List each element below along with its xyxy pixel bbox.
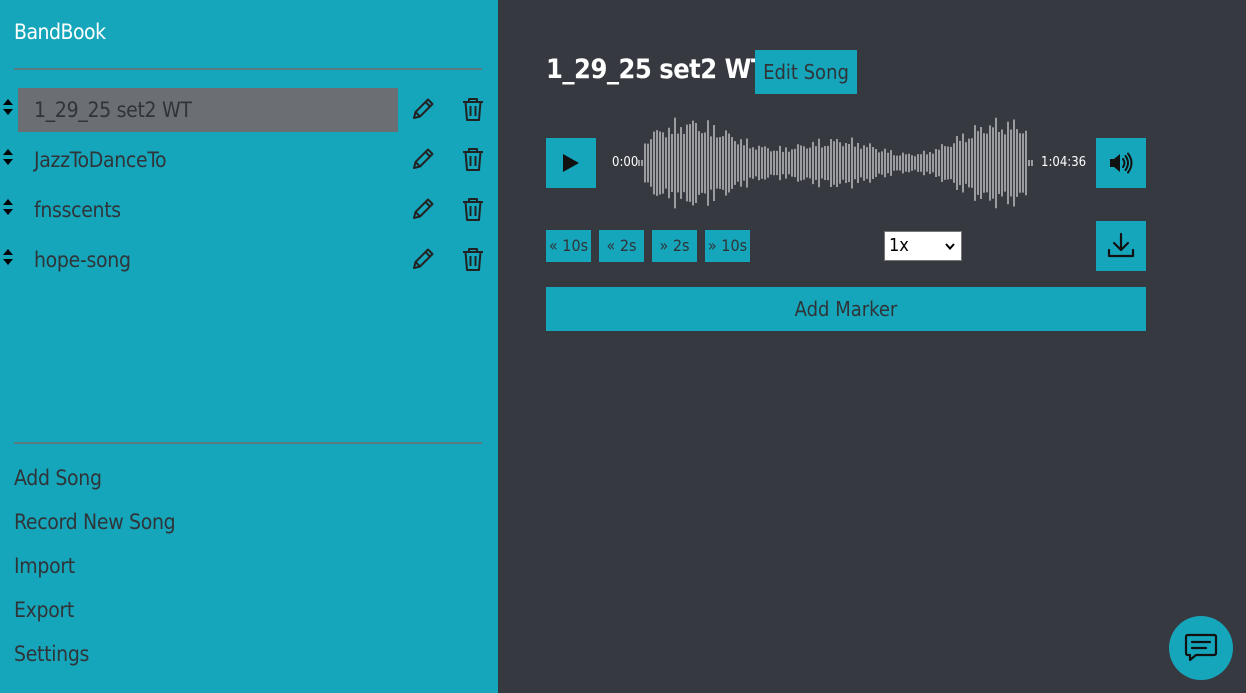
song-name[interactable]: fnsscents: [18, 188, 398, 232]
chevron-down-icon: [945, 243, 955, 250]
sort-icon[interactable]: [2, 248, 14, 266]
pencil-icon[interactable]: [410, 246, 436, 272]
volume-icon: [1110, 152, 1133, 174]
sort-icon[interactable]: [2, 98, 14, 116]
sort-icon[interactable]: [2, 148, 14, 166]
divider: [14, 442, 482, 444]
menu-import[interactable]: Import: [14, 554, 175, 598]
trash-icon[interactable]: [460, 96, 486, 122]
song-name[interactable]: 1_29_25 set2 WT: [18, 88, 398, 132]
skip-forward-2s-button[interactable]: » 2s: [652, 230, 697, 262]
play-button[interactable]: [546, 138, 596, 188]
skip-forward-10s-button[interactable]: » 10s: [705, 230, 750, 262]
menu-add-song[interactable]: Add Song: [14, 466, 175, 510]
chat-button[interactable]: [1169, 616, 1233, 680]
app-title[interactable]: BandBook: [14, 20, 106, 44]
pencil-icon[interactable]: [410, 96, 436, 122]
divider: [14, 68, 482, 70]
total-time: 1:04:36: [1041, 155, 1087, 170]
sidebar-menu: Add Song Record New Song Import Export S…: [14, 466, 176, 686]
current-time: 0:00: [612, 155, 639, 170]
skip-back-2s-button[interactable]: « 2s: [599, 230, 644, 262]
menu-settings[interactable]: Settings: [14, 642, 175, 686]
waveform[interactable]: [636, 110, 1036, 216]
player-panel: 1_29_25 set2 WT Edit Song 0:00 1:04:36 «…: [498, 0, 1246, 693]
song-name[interactable]: hope-song: [18, 238, 398, 282]
song-name[interactable]: JazzToDanceTo: [18, 138, 398, 182]
chat-icon: [1184, 633, 1218, 662]
add-marker-button[interactable]: Add Marker: [546, 287, 1146, 331]
download-icon: [1107, 232, 1135, 258]
edit-song-button[interactable]: Edit Song: [755, 50, 857, 94]
pencil-icon[interactable]: [410, 196, 436, 222]
skip-back-10s-button[interactable]: « 10s: [546, 230, 591, 262]
sort-icon[interactable]: [2, 198, 14, 216]
song-list: 1_29_25 set2 WT JazzToDanceTo fnsscents …: [0, 88, 498, 288]
trash-icon[interactable]: [460, 246, 486, 272]
pencil-icon[interactable]: [410, 146, 436, 172]
sidebar: BandBook 1_29_25 set2 WT JazzToDanceTo f…: [0, 0, 498, 693]
play-icon: [563, 154, 579, 172]
menu-record-new-song[interactable]: Record New Song: [14, 510, 176, 554]
speed-value: 1x: [889, 235, 909, 256]
trash-icon[interactable]: [460, 146, 486, 172]
trash-icon[interactable]: [460, 196, 486, 222]
song-row[interactable]: 1_29_25 set2 WT: [0, 88, 498, 138]
song-row[interactable]: hope-song: [0, 238, 498, 288]
menu-export[interactable]: Export: [14, 598, 175, 642]
song-row[interactable]: fnsscents: [0, 188, 498, 238]
song-title: 1_29_25 set2 WT: [546, 54, 768, 85]
volume-button[interactable]: [1096, 138, 1146, 188]
song-row[interactable]: JazzToDanceTo: [0, 138, 498, 188]
speed-select[interactable]: 1x: [884, 231, 962, 261]
download-button[interactable]: [1096, 221, 1146, 271]
